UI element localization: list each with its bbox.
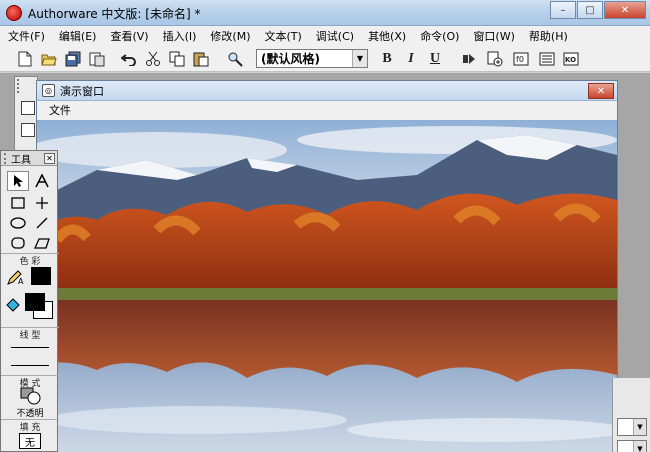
background-window-panel: ▼ ▼ [612, 378, 650, 452]
find-icon[interactable] [226, 50, 244, 68]
menu-file[interactable]: 文件(F) [8, 28, 45, 44]
straight-line-tool-icon[interactable] [31, 193, 53, 213]
main-title-bar: Authorware 中文版: [未命名] * – □ ✕ [0, 0, 650, 26]
knowledge-objects-icon[interactable]: KO [562, 50, 580, 68]
authorware-logo-icon [6, 5, 22, 21]
rectangle-tool-icon[interactable] [7, 193, 29, 213]
text-style-value: (默认风格) [261, 52, 320, 66]
background-dropdown-b[interactable]: ▼ [617, 440, 647, 452]
chevron-down-icon[interactable]: ▼ [633, 419, 646, 435]
open-icon[interactable] [40, 50, 58, 68]
design-icon-b[interactable] [21, 123, 35, 137]
menu-insert[interactable]: 插入(I) [163, 28, 197, 44]
copy-icon[interactable] [168, 50, 186, 68]
menu-debug[interactable]: 调试(C) [316, 28, 354, 44]
cut-icon[interactable] [144, 50, 162, 68]
menu-text[interactable]: 文本(T) [264, 28, 301, 44]
italic-button[interactable]: I [402, 50, 420, 68]
menu-help[interactable]: 帮助(H) [529, 28, 568, 44]
chevron-down-icon[interactable]: ▼ [633, 441, 646, 452]
close-button[interactable]: ✕ [604, 1, 646, 19]
drag-handle[interactable] [17, 79, 21, 93]
presentation-menu-file[interactable]: 文件 [49, 102, 71, 118]
save-all-icon[interactable] [64, 50, 82, 68]
landscape-image [37, 120, 617, 452]
bold-button[interactable]: B [378, 50, 396, 68]
menu-window[interactable]: 窗口(W) [473, 28, 514, 44]
tools-palette-header: 工具 ✕ [1, 151, 57, 166]
design-window-strip[interactable] [14, 76, 38, 156]
svg-text:A: A [18, 277, 24, 285]
svg-text:f0: f0 [516, 55, 524, 64]
tools-close-button[interactable]: ✕ [44, 152, 55, 164]
menu-bar: 文件(F) 编辑(E) 查看(V) 插入(I) 修改(M) 文本(T) 调试(C… [0, 26, 650, 46]
polygon-tool-icon[interactable] [31, 233, 53, 253]
window-title: Authorware 中文版: [未命名] * [28, 7, 201, 21]
presentation-title: 演示窗口 [60, 84, 104, 98]
stroke-color-swatch[interactable] [31, 267, 51, 285]
window-controls: – □ ✕ [549, 1, 646, 19]
line-style-thin[interactable] [11, 347, 49, 348]
svg-text:KO: KO [565, 56, 576, 64]
presentation-title-bar: ◎ 演示窗口 ✕ [37, 81, 617, 101]
mode-opaque-icon[interactable] [20, 387, 42, 405]
paint-bucket-icon [5, 297, 21, 313]
pencil-icon: A [7, 269, 25, 286]
variables-icon[interactable] [538, 50, 556, 68]
tools-palette-title: 工具 [11, 154, 31, 166]
underline-button[interactable]: U [426, 50, 444, 68]
ellipse-tool-icon[interactable] [7, 213, 29, 233]
minimize-button[interactable]: – [550, 1, 576, 19]
fill-section-label: 填 充 [1, 419, 59, 433]
design-icon-a[interactable] [21, 101, 35, 115]
background-dropdown-a[interactable]: ▼ [617, 418, 647, 436]
fill-foreground-swatch[interactable] [25, 293, 45, 311]
drag-handle[interactable] [4, 152, 8, 164]
import-icon[interactable] [88, 50, 106, 68]
text-tool-icon[interactable] [31, 171, 53, 191]
run-icon[interactable] [460, 50, 478, 68]
functions-icon[interactable]: f0 [512, 50, 530, 68]
menu-modify[interactable]: 修改(M) [210, 28, 250, 44]
diagonal-line-tool-icon[interactable] [31, 213, 53, 233]
menu-edit[interactable]: 编辑(E) [59, 28, 97, 44]
pointer-tool-icon[interactable] [7, 171, 29, 191]
presentation-close-button[interactable]: ✕ [588, 83, 614, 99]
presentation-window: ◎ 演示窗口 ✕ 文件 [36, 80, 618, 452]
menu-view[interactable]: 查看(V) [110, 28, 148, 44]
new-icon[interactable] [16, 50, 34, 68]
chevron-down-icon[interactable]: ▼ [352, 50, 367, 67]
menu-commands[interactable]: 命令(O) [420, 28, 459, 44]
paste-icon[interactable] [192, 50, 210, 68]
text-style-select[interactable]: (默认风格) ▼ [256, 49, 368, 68]
maximize-button[interactable]: □ [577, 1, 603, 19]
line-style-thin-2[interactable] [11, 365, 49, 366]
undo-icon[interactable] [120, 50, 138, 68]
fill-value[interactable]: 无 [19, 433, 41, 449]
rounded-rectangle-tool-icon[interactable] [7, 233, 29, 253]
mode-value: 不透明 [16, 409, 44, 419]
toolbar: (默认风格) ▼ B I U f0 KO [0, 46, 650, 72]
presentation-menu-bar: 文件 [37, 101, 617, 119]
color-section-label: 色 彩 [1, 253, 59, 267]
presentation-window-icon: ◎ [42, 84, 55, 97]
control-panel-icon[interactable] [486, 50, 504, 68]
line-section-label: 线 型 [1, 327, 59, 341]
tools-palette: 工具 ✕ 色 彩 A 线 型 模 式 不透明 填 充 无 [0, 150, 59, 452]
menu-other[interactable]: 其他(X) [368, 28, 406, 44]
